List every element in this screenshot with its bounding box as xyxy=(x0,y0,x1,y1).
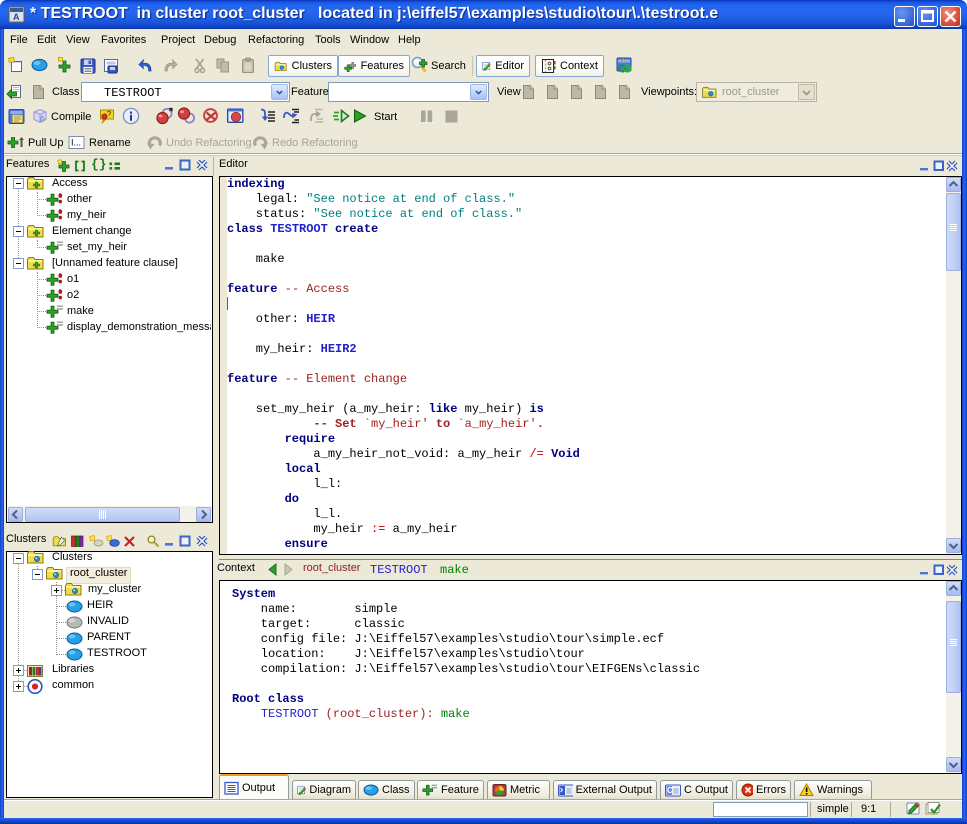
svg-text:I...: I... xyxy=(71,138,81,148)
svg-text:A: A xyxy=(13,12,20,22)
svg-text:C: C xyxy=(667,786,673,795)
